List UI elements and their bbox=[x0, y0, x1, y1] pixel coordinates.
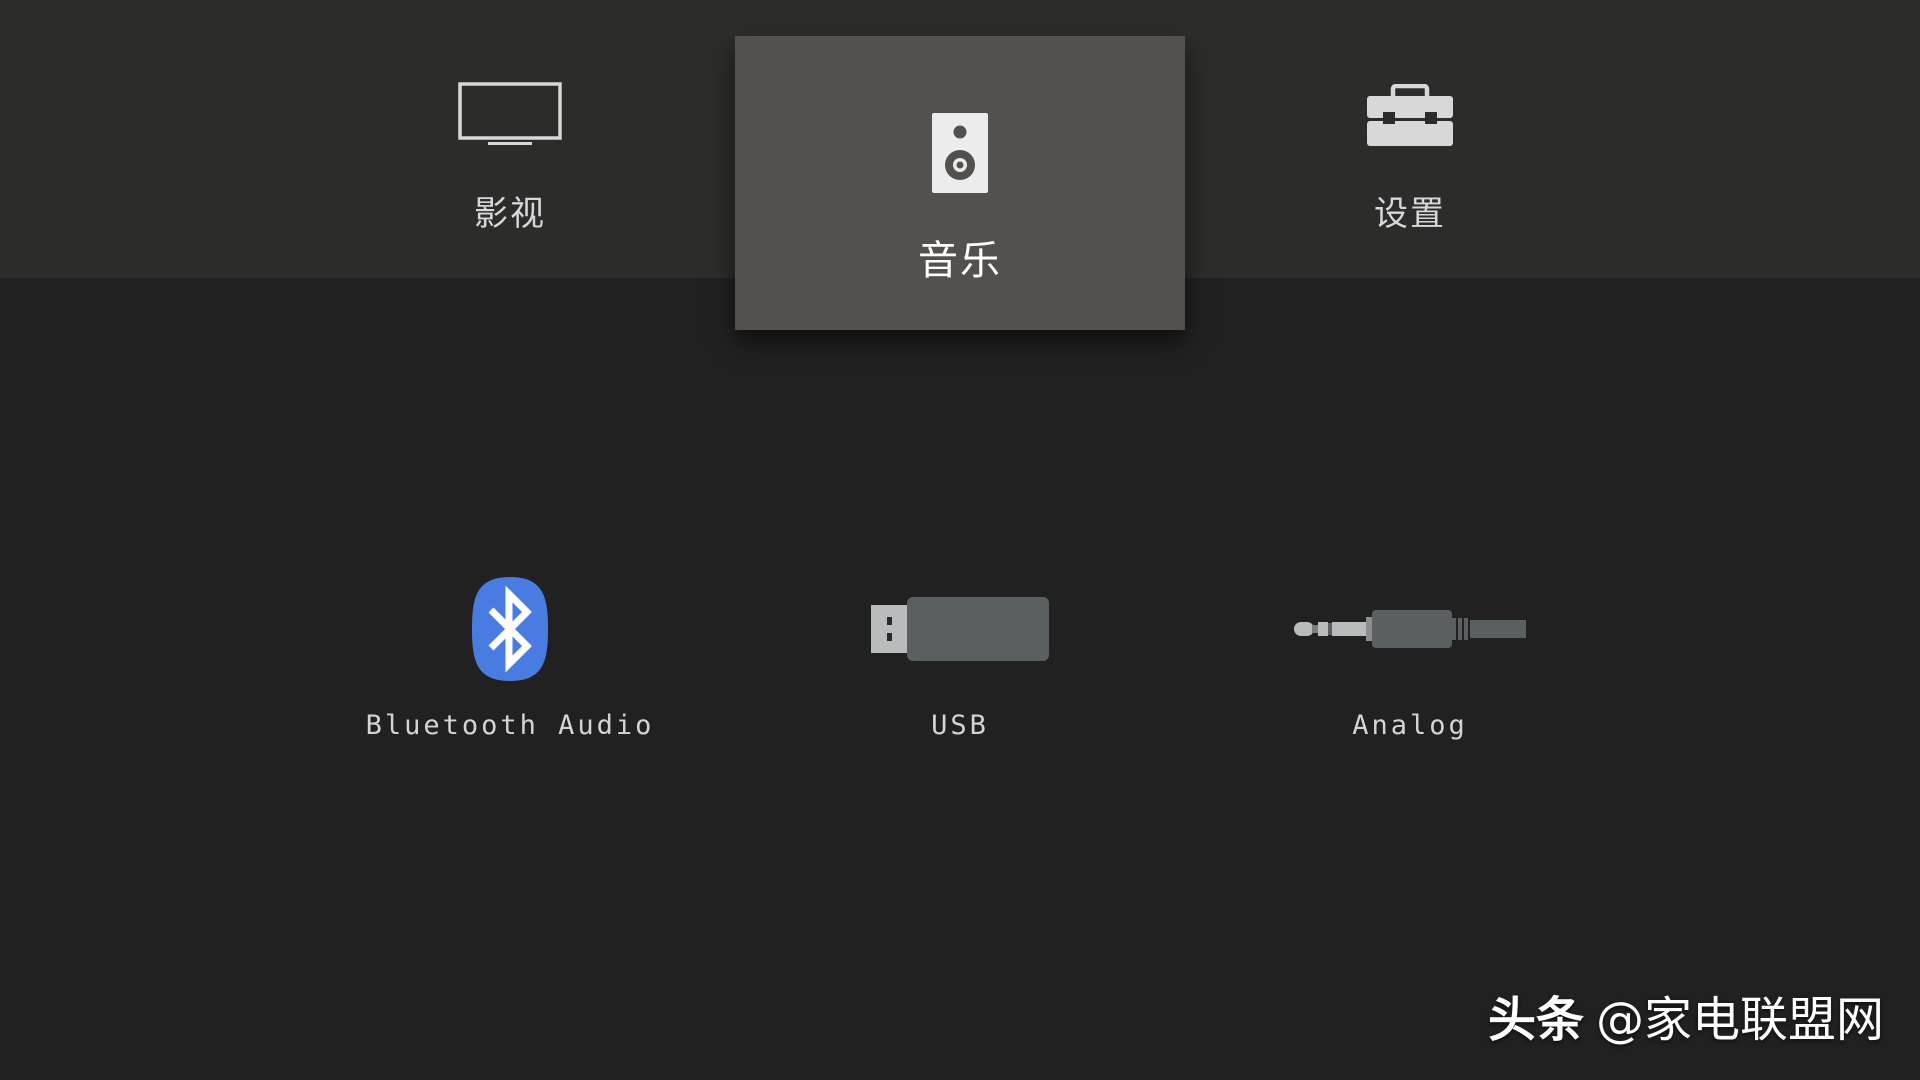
toolbox-icon bbox=[1365, 83, 1455, 152]
tab-settings[interactable]: 设置 bbox=[1185, 0, 1635, 278]
speaker-icon bbox=[931, 112, 989, 198]
source-bluetooth-audio[interactable]: Bluetooth Audio bbox=[285, 560, 735, 760]
tab-music[interactable]: 音乐 bbox=[735, 36, 1185, 330]
source-usb-label: USB bbox=[931, 710, 989, 741]
watermark: 头条 @家电联盟网 bbox=[1488, 980, 1884, 1050]
tab-video-label: 影视 bbox=[474, 194, 546, 234]
source-analog-label: Analog bbox=[1352, 710, 1468, 741]
source-usb[interactable]: USB bbox=[735, 560, 1185, 760]
tv-icon bbox=[458, 82, 562, 152]
music-sources-screen: 影视 设置 音乐 Bluetooth Audio USB Analog 头条 @… bbox=[0, 0, 1920, 1080]
source-bluetooth-label: Bluetooth Audio bbox=[365, 710, 655, 741]
tab-settings-label: 设置 bbox=[1374, 194, 1446, 234]
watermark-handle: @家电联盟网 bbox=[1595, 992, 1884, 1048]
tab-video[interactable]: 影视 bbox=[285, 0, 735, 278]
source-analog[interactable]: Analog bbox=[1185, 560, 1635, 760]
watermark-brand: 头条 bbox=[1487, 992, 1584, 1048]
bluetooth-icon bbox=[471, 576, 549, 686]
audio-jack-icon bbox=[1294, 608, 1526, 654]
tab-music-label: 音乐 bbox=[918, 238, 1002, 284]
usb-drive-icon bbox=[871, 597, 1049, 665]
